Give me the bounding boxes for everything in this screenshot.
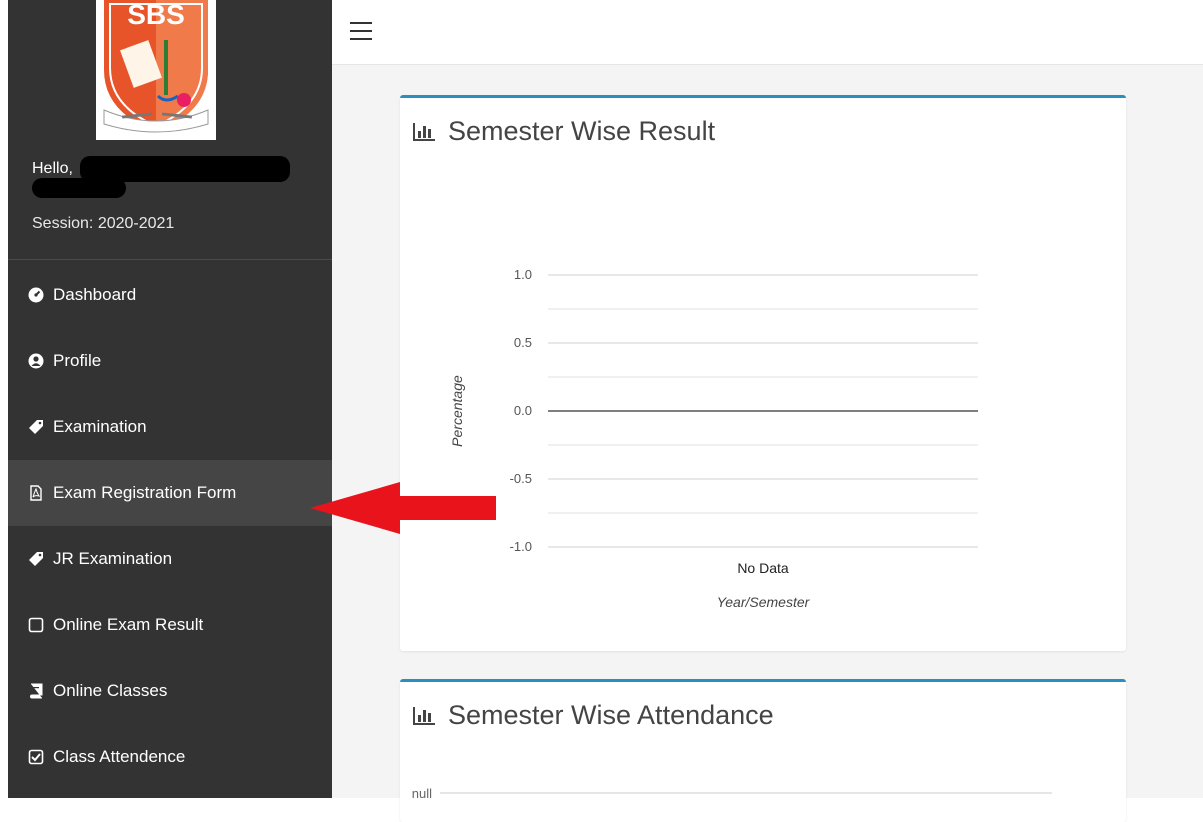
greeting: Hello, (32, 160, 73, 177)
semester-result-card: Semester Wise Result 1.0 0.5 0.0 -0.5 -1.0 No… (400, 95, 1126, 651)
sidebar-item-label: JR Examination (53, 549, 173, 568)
user-circle-icon (28, 353, 44, 369)
sidebar-item-profile[interactable]: Profile (8, 328, 332, 394)
sidebar-item-label: Online Exam Result (53, 615, 204, 634)
bar-chart-icon (413, 706, 435, 725)
sidebar-menu: Dashboard Profile Examination Exam Regis… (8, 262, 332, 790)
sidebar-item-label: Exam Registration Form (53, 483, 237, 502)
y-axis-label: Percentage (449, 375, 465, 447)
y-tick-label: 0.0 (514, 403, 532, 418)
y-tick-label: null (412, 786, 432, 801)
result-chart: 1.0 0.5 0.0 -0.5 -1.0 No Data Year/Semester Per… (449, 267, 978, 610)
redacted-username-line2 (32, 178, 126, 198)
sidebar-divider (8, 259, 332, 260)
sidebar-item-online-exam-result[interactable]: Online Exam Result (8, 592, 332, 658)
square-icon (28, 617, 44, 633)
sidebar-item-exam-registration-form[interactable]: Exam Registration Form (8, 460, 332, 526)
sidebar: SBS Hello, Session: 2020-2021 Dashboard … (8, 0, 332, 798)
sidebar-item-jr-examination[interactable]: JR Examination (8, 526, 332, 592)
sidebar-item-examination[interactable]: Examination (8, 394, 332, 460)
book-icon (28, 683, 44, 699)
sidebar-item-label: Examination (53, 417, 147, 436)
sidebar-item-label: Dashboard (53, 285, 137, 304)
y-tick-label: 1.0 (514, 267, 532, 282)
logo-emblem: SBS (103, 0, 209, 133)
x-axis-label: Year/Semester (717, 594, 811, 610)
y-tick-label: -0.5 (510, 471, 532, 486)
sidebar-item-class-attendence[interactable]: Class Attendence (8, 724, 332, 790)
tag-icon (28, 551, 44, 567)
dashboard-icon (28, 287, 44, 303)
top-bar (332, 0, 1203, 65)
hamburger-icon[interactable] (350, 22, 372, 40)
sidebar-item-label: Class Attendence (53, 747, 186, 766)
sidebar-item-online-classes[interactable]: Online Classes (8, 658, 332, 724)
sidebar-item-label: Profile (53, 351, 102, 370)
attendance-chart: null (412, 786, 1052, 801)
logo: SBS (96, 0, 216, 140)
check-square-icon (28, 749, 44, 765)
session-label: Session: 2020-2021 (32, 215, 175, 232)
left-strip (0, 0, 8, 798)
logo-text: SBS (127, 0, 185, 30)
tag-icon (28, 419, 44, 435)
sidebar-item-label: Online Classes (53, 681, 168, 700)
y-tick-label: -1.0 (510, 539, 532, 554)
card-title-text: Semester Wise Attendance (448, 700, 774, 730)
sidebar-item-dashboard[interactable]: Dashboard (8, 262, 332, 328)
semester-attendance-card: Semester Wise Attendance null (400, 679, 1126, 822)
y-tick-label: 0.5 (514, 335, 532, 350)
pdf-file-icon (28, 485, 44, 501)
main-content: Semester Wise Result 1.0 0.5 0.0 -0.5 -1.0 No… (332, 65, 1203, 822)
card-title: Semester Wise Attendance (412, 700, 774, 731)
x-tick-label: No Data (737, 560, 789, 576)
red-arrow-annotation (310, 482, 496, 534)
